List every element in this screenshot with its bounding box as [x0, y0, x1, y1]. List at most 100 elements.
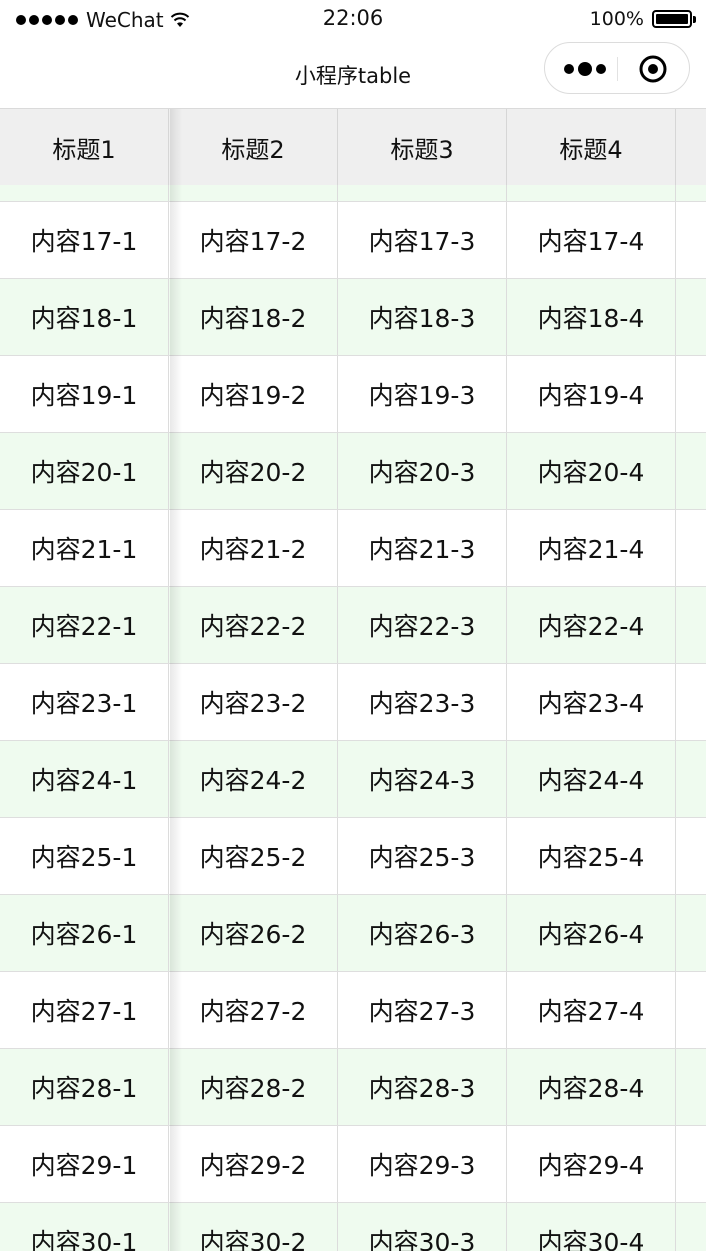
table-cell: 内容25-4 — [507, 818, 676, 894]
table-row: 内容26-1 内容26-2 内容26-3 内容26-4 — [0, 895, 706, 972]
table-row: 内容24-1 内容24-2 内容24-3 内容24-4 — [0, 741, 706, 818]
table-cell: 内容18-4 — [507, 279, 676, 355]
table-cell: 内容22-4 — [507, 587, 676, 663]
table-cell: 内容29-2 — [169, 1126, 338, 1202]
table-cell: 内容27-4 — [507, 972, 676, 1048]
capsule-divider — [617, 57, 618, 81]
table-cell: 内容19-4 — [507, 356, 676, 432]
table-cell: 内容22-1 — [0, 587, 169, 663]
table-cell: 内容22-3 — [338, 587, 507, 663]
table-cell: 内容30-3 — [338, 1203, 507, 1251]
more-options-icon[interactable] — [563, 59, 607, 79]
table-cell: 内容27-2 — [169, 972, 338, 1048]
table-cell: 内容20-4 — [507, 433, 676, 509]
table-cell: 内容18-2 — [169, 279, 338, 355]
header-cell — [676, 109, 706, 185]
table-cell: 内容26-2 — [169, 895, 338, 971]
table-cell: 内容23-4 — [507, 664, 676, 740]
table-cell — [676, 895, 706, 971]
table-row: 内容29-1 内容29-2 内容29-3 内容29-4 — [0, 1126, 706, 1203]
table-row: 内容30-1 内容30-2 内容30-3 内容30-4 — [0, 1203, 706, 1251]
header-cell: 标题1 — [0, 109, 169, 185]
table-row: 内容19-1 内容19-2 内容19-3 内容19-4 — [0, 356, 706, 433]
data-table[interactable]: 标题1 标题2 标题3 标题4 内容17-1 内容17-2 内容17-3 内容17-4… — [0, 108, 706, 1251]
table-cell — [676, 818, 706, 894]
status-bar: WeChat 22:06 100% — [0, 0, 706, 40]
table-row: 内容27-1 内容27-2 内容27-3 内容27-4 — [0, 972, 706, 1049]
table-cell: 内容30-1 — [0, 1203, 169, 1251]
table-cell — [676, 1126, 706, 1202]
table-cell: 内容17-4 — [507, 202, 676, 278]
table-row: 内容28-1 内容28-2 内容28-3 内容28-4 — [0, 1049, 706, 1126]
table-cell: 内容26-4 — [507, 895, 676, 971]
header-cell: 标题3 — [338, 109, 507, 185]
table-cell: 内容23-2 — [169, 664, 338, 740]
table-row: 内容23-1 内容23-2 内容23-3 内容23-4 — [0, 664, 706, 741]
table-cell: 内容27-1 — [0, 972, 169, 1048]
table-cell: 内容29-3 — [338, 1126, 507, 1202]
table-cell: 内容21-1 — [0, 510, 169, 586]
table-cell — [676, 279, 706, 355]
table-cell: 内容20-3 — [338, 433, 507, 509]
table-cell: 内容25-2 — [169, 818, 338, 894]
table-cell — [676, 1049, 706, 1125]
table-cell: 内容28-4 — [507, 1049, 676, 1125]
header-cell: 标题4 — [507, 109, 676, 185]
table-row: 内容20-1 内容20-2 内容20-3 内容20-4 — [0, 433, 706, 510]
menu-capsule — [544, 42, 690, 94]
table-cell: 内容22-2 — [169, 587, 338, 663]
table-cell: 内容26-1 — [0, 895, 169, 971]
table-cell: 内容24-2 — [169, 741, 338, 817]
table-cell — [676, 202, 706, 278]
table-cell: 内容29-4 — [507, 1126, 676, 1202]
table-header: 标题1 标题2 标题3 标题4 — [0, 109, 706, 185]
battery-percent: 100% — [589, 8, 644, 30]
table-cell — [676, 1203, 706, 1251]
table-cell: 内容25-3 — [338, 818, 507, 894]
header-cell: 标题2 — [169, 109, 338, 185]
table-cell: 内容28-3 — [338, 1049, 507, 1125]
table-row — [0, 185, 706, 202]
table-cell: 内容20-1 — [0, 433, 169, 509]
table-cell: 内容27-3 — [338, 972, 507, 1048]
table-cell: 内容19-3 — [338, 356, 507, 432]
battery-status: 100% — [589, 8, 696, 30]
table-cell — [676, 433, 706, 509]
table-cell: 内容18-1 — [0, 279, 169, 355]
close-miniprogram-icon[interactable] — [639, 55, 667, 83]
table-cell — [676, 587, 706, 663]
table-cell: 内容24-4 — [507, 741, 676, 817]
table-row: 内容22-1 内容22-2 内容22-3 内容22-4 — [0, 587, 706, 664]
table-cell: 内容28-1 — [0, 1049, 169, 1125]
table-row: 内容21-1 内容21-2 内容21-3 内容21-4 — [0, 510, 706, 587]
table-cell — [676, 741, 706, 817]
table-cell: 内容21-2 — [169, 510, 338, 586]
table-cell: 内容21-3 — [338, 510, 507, 586]
battery-icon — [652, 10, 696, 28]
table-cell: 内容25-1 — [0, 818, 169, 894]
table-cell — [676, 356, 706, 432]
table-body: 内容17-1 内容17-2 内容17-3 内容17-4 内容18-1 内容18-2 内容18… — [0, 185, 706, 1251]
table-row: 内容17-1 内容17-2 内容17-3 内容17-4 — [0, 202, 706, 279]
table-cell: 内容24-3 — [338, 741, 507, 817]
table-cell: 内容24-1 — [0, 741, 169, 817]
table-cell: 内容28-2 — [169, 1049, 338, 1125]
table-cell: 内容20-2 — [169, 433, 338, 509]
table-cell: 内容18-3 — [338, 279, 507, 355]
table-cell: 内容17-3 — [338, 202, 507, 278]
table-cell: 内容26-3 — [338, 895, 507, 971]
table-cell: 内容17-1 — [0, 202, 169, 278]
table-cell: 内容30-4 — [507, 1203, 676, 1251]
table-cell: 内容23-1 — [0, 664, 169, 740]
table-cell: 内容30-2 — [169, 1203, 338, 1251]
table-row: 内容25-1 内容25-2 内容25-3 内容25-4 — [0, 818, 706, 895]
table-row: 内容18-1 内容18-2 内容18-3 内容18-4 — [0, 279, 706, 356]
table-cell: 内容29-1 — [0, 1126, 169, 1202]
table-cell: 内容23-3 — [338, 664, 507, 740]
table-cell: 内容17-2 — [169, 202, 338, 278]
table-cell — [676, 972, 706, 1048]
navigation-bar: 小程序table — [0, 40, 706, 108]
table-cell: 内容21-4 — [507, 510, 676, 586]
table-cell — [676, 510, 706, 586]
table-cell — [676, 664, 706, 740]
